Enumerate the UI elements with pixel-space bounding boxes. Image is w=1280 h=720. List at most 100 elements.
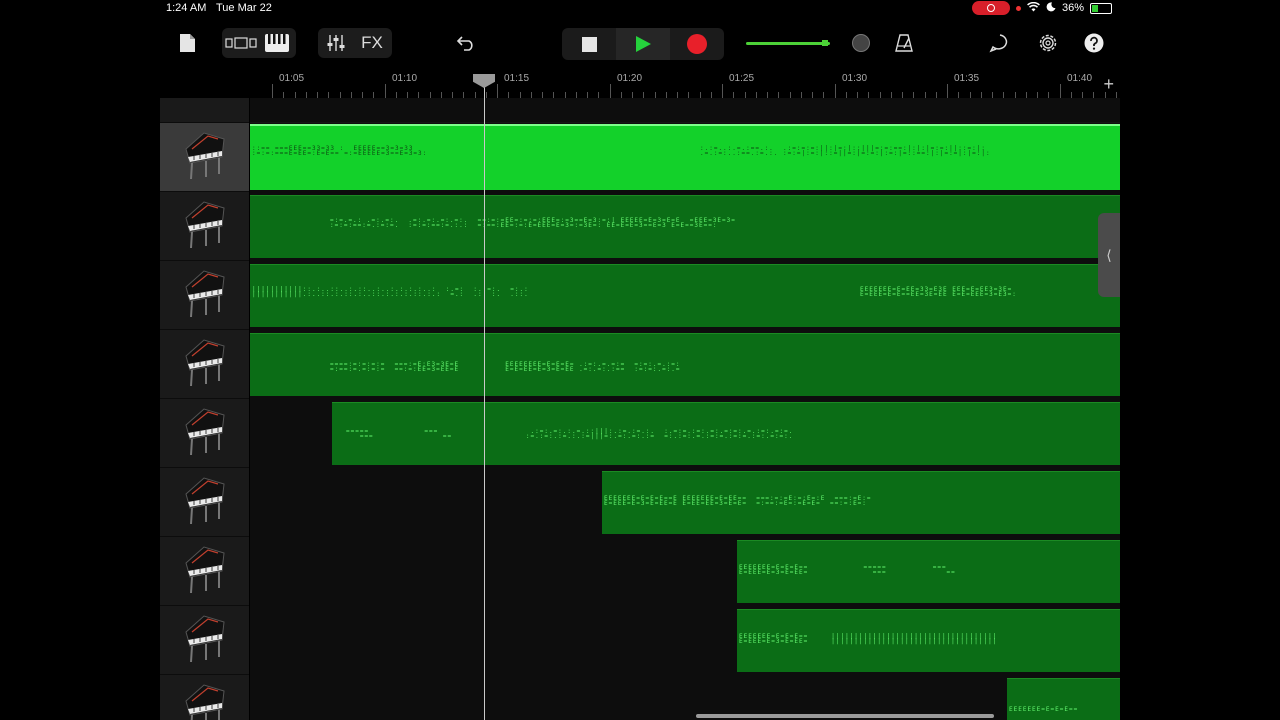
ruler-tick: [834, 84, 836, 98]
midi-region[interactable]: ::== ===EEE==33=33 : EEEEE==3=3=33 :=:=:…: [250, 124, 1120, 190]
record-button[interactable]: [670, 28, 724, 60]
view-switch-group: [222, 28, 296, 58]
grand-piano-icon: [182, 679, 228, 720]
volume-meter-peak: [822, 40, 828, 46]
midi-region[interactable]: EEEEEEE=E=E=E== ===== === E=EEE=E=3=E=EE…: [737, 540, 1120, 603]
track-header-4[interactable]: [160, 330, 249, 399]
help-button[interactable]: [1080, 28, 1108, 58]
ruler-label: 01:10: [392, 73, 418, 84]
grand-piano-icon: [182, 610, 228, 671]
gear-icon: [1039, 34, 1057, 52]
chevron-left-icon: ⟨: [1106, 246, 1112, 263]
track-lane-partial: [250, 98, 1120, 123]
midi-region[interactable]: EEEEEEE=E=E=E==E EEEEEEE=E=EE== ===:=:=E…: [602, 471, 1120, 534]
metronome-icon: [895, 34, 913, 52]
status-time: 1:24 AM: [166, 2, 207, 14]
ruler-tick: [497, 84, 498, 98]
grand-piano-icon: [182, 196, 228, 257]
piano-keys-icon: [265, 34, 289, 52]
track-lane-7: EEEEEEE=E=E=E== ===== === E=EEE=E=3=E=EE…: [250, 537, 1120, 607]
my-songs-button[interactable]: [174, 28, 200, 58]
track-lane-8: EEEEEEE=E=E=E== ||||||||||||||||||||||||…: [250, 606, 1120, 676]
midi-region[interactable]: ====:=:=:=:= ===:=E:E3=3E=E EEEEEEEE=E=E…: [250, 333, 1120, 396]
status-date: Tue Mar 22: [216, 2, 272, 14]
ruler-tick: [947, 84, 948, 98]
grand-piano-icon: [182, 541, 228, 602]
track-lane-3: |||||||||||::.:..::..:.::..:..:.:.:.:..:…: [250, 261, 1120, 331]
playhead[interactable]: [473, 74, 495, 720]
record-icon: [687, 34, 707, 54]
battery-level: 36%: [1061, 2, 1084, 14]
track-header-8[interactable]: [160, 606, 249, 675]
track-lane-5: ===== === .:=:.=:.:.=.::|||:.:=.:=.:. :.…: [250, 399, 1120, 469]
sliders-icon: [327, 35, 345, 51]
ruler-tick: [272, 84, 273, 98]
track-header-6[interactable]: [160, 468, 249, 537]
moon-icon: [1046, 1, 1056, 15]
ruler-label: 01:25: [729, 73, 755, 84]
ruler-label: 01:20: [617, 73, 643, 84]
grand-piano-icon: [182, 334, 228, 395]
instrument-view-button[interactable]: [259, 28, 295, 58]
screen-recording-icon[interactable]: [971, 1, 1010, 15]
ruler-label: 01:40: [1067, 73, 1093, 84]
settings-button[interactable]: [1034, 28, 1062, 58]
grand-piano-icon: [182, 472, 228, 533]
ruler-tick: [1059, 84, 1061, 98]
track-lane-6: EEEEEEE=E=E=E==E EEEEEEE=E=EE== ===:=:=E…: [250, 468, 1120, 538]
master-volume-knob[interactable]: [852, 34, 870, 52]
grand-piano-icon: [182, 127, 228, 188]
mic-indicator-icon: [1015, 5, 1021, 11]
track-header-1[interactable]: [160, 123, 249, 192]
stop-button[interactable]: [562, 28, 616, 60]
track-header-3[interactable]: [160, 261, 249, 330]
track-lane-1: ::== ===EEE==33=33 : EEEEE==3=3=33 :=:=:…: [250, 123, 1120, 193]
play-icon: [636, 36, 651, 52]
grand-piano-icon: [182, 265, 228, 326]
undo-icon: [456, 36, 473, 51]
ruler-label: 01:35: [954, 73, 980, 84]
tracks-view-button[interactable]: [223, 28, 259, 58]
mixer-button[interactable]: [319, 28, 353, 58]
track-header-9[interactable]: [160, 675, 249, 720]
grand-piano-icon: [182, 403, 228, 464]
fx-button[interactable]: FX: [353, 28, 391, 58]
toolbar: FX: [160, 22, 1120, 66]
midi-region[interactable]: EEEEEEE=E=E=E==: [1007, 678, 1120, 720]
ruler-tick: [722, 84, 723, 98]
transport-controls: [562, 28, 724, 60]
track-header-5[interactable]: [160, 399, 249, 468]
help-icon: [1084, 33, 1104, 53]
midi-region[interactable]: EEEEEEE=E=E=E== ||||||||||||||||||||||||…: [737, 609, 1120, 672]
battery-icon: [1090, 2, 1112, 14]
track-header-7[interactable]: [160, 537, 249, 606]
tracks-view-icon: [225, 37, 257, 49]
track-header-2[interactable]: [160, 192, 249, 261]
stop-icon: [581, 36, 597, 52]
ruler-label: 01:30: [842, 73, 868, 84]
wifi-icon: [1027, 1, 1040, 15]
ruler-tick: [609, 84, 611, 98]
ruler-tick: [384, 84, 386, 98]
master-volume-slider[interactable]: [746, 42, 830, 45]
home-indicator: [696, 714, 994, 718]
mixer-fx-group: FX: [318, 28, 392, 58]
midi-region[interactable]: =:=.=.: .=:.=:. .=:.=:.=:.=:. ==:=:=EE=:…: [250, 195, 1120, 258]
track-controls-handle[interactable]: ⟨: [1098, 213, 1120, 297]
track-lane-4: ====:=:=:=:= ===:=E:E3=3E=E EEEEEEEE=E=E…: [250, 330, 1120, 400]
status-bar: 1:24 AM Tue Mar 22 36%: [160, 0, 1120, 18]
track-header-partial[interactable]: [160, 98, 249, 123]
timeline-ruler[interactable]: 01:05 01:10 01:15 01:20 01:25 01:30 01:3…: [250, 70, 1120, 98]
document-icon: [179, 34, 195, 52]
undo-button[interactable]: [452, 28, 480, 58]
midi-region[interactable]: ===== === .:=:.=:.:.=.::|||:.:=.:=.:. :.…: [332, 402, 1120, 465]
play-button[interactable]: [616, 28, 670, 60]
metronome-button[interactable]: [890, 28, 918, 58]
ruler-label: 01:05: [279, 73, 305, 84]
garageband-screen: 1:24 AM Tue Mar 22 36% FX 01:05 01:10 01…: [160, 0, 1120, 720]
ruler-label: 01:15: [504, 73, 530, 84]
midi-region[interactable]: |||||||||||::.:..::..:.::..:..:.:.:.:..:…: [250, 264, 1120, 327]
track-lane-2: =:=.=.: .=:.=:. .=:.=:.=:.=:. ==:=:=EE=:…: [250, 192, 1120, 262]
loop-icon: [989, 34, 1008, 53]
loop-browser-button[interactable]: [986, 28, 1014, 58]
